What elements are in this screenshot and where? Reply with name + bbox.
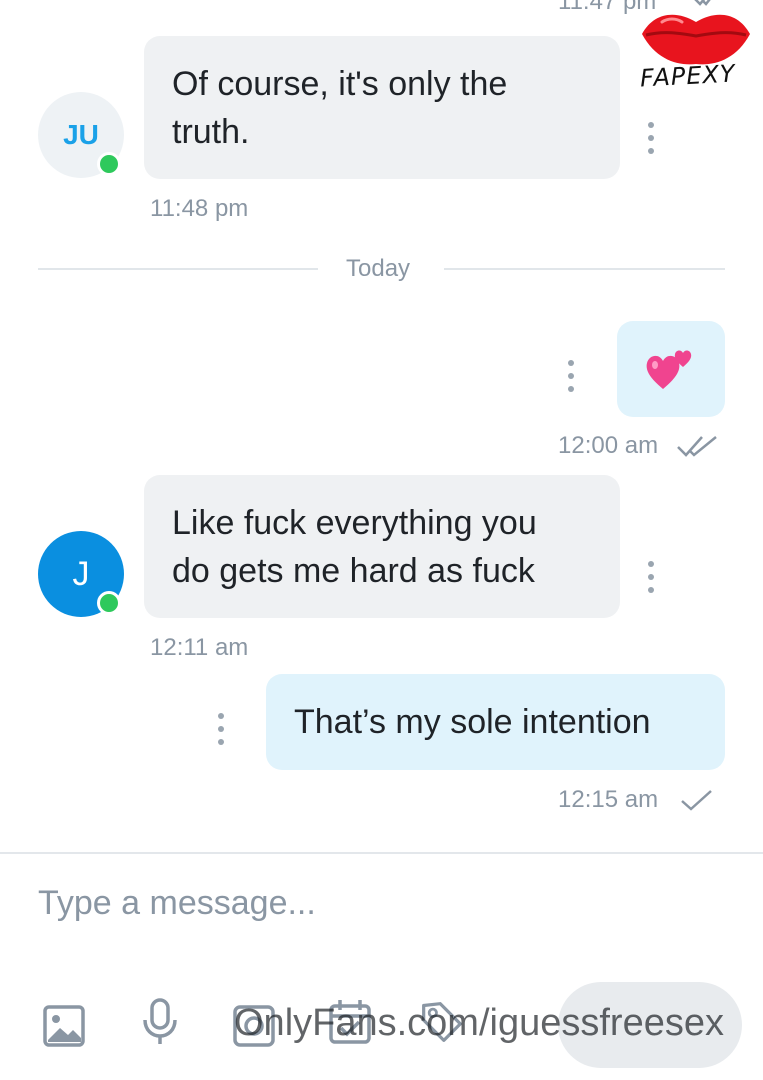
message-bubble-outgoing[interactable]: That’s my sole intention: [266, 674, 725, 770]
check-icon: [681, 790, 712, 811]
avatar-initials: J: [72, 554, 90, 593]
divider-line-right: [444, 268, 725, 270]
microphone-icon[interactable]: [138, 998, 182, 1046]
watermark-text: FAPEXY: [639, 59, 737, 93]
divider-line-left: [38, 268, 318, 270]
message-options-button[interactable]: [646, 561, 656, 593]
message-bubble-incoming[interactable]: Of course, it's only the truth.: [144, 36, 620, 179]
composer-divider: [0, 852, 763, 854]
message-bubble-incoming[interactable]: Like fuck everything you do gets me hard…: [144, 475, 620, 618]
online-status-dot: [97, 591, 121, 615]
url-watermark: OnlyFans.com/iguessfreesex: [234, 1002, 724, 1044]
avatar-initials: JU: [63, 119, 99, 150]
message-text: Of course, it's only the truth.: [172, 65, 508, 151]
message-time: 11:48 pm: [150, 195, 249, 222]
online-status-dot: [97, 152, 121, 176]
message-options-button[interactable]: [566, 360, 576, 392]
day-divider-label: Today: [346, 255, 411, 282]
message-time: 12:11 am: [150, 634, 249, 661]
message-input[interactable]: Type a message...: [38, 884, 718, 923]
message-bubble-outgoing[interactable]: 💕: [617, 321, 725, 417]
message-text: Like fuck everything you do gets me hard…: [172, 504, 537, 590]
message-time: 12:15 am: [558, 786, 659, 813]
two-hearts-icon: [646, 350, 692, 389]
message-options-button[interactable]: [646, 122, 656, 154]
message-time: 12:00 am: [558, 432, 659, 459]
message-text: That’s my sole intention: [294, 703, 651, 741]
image-icon[interactable]: [42, 1002, 86, 1050]
double-check-icon: [677, 436, 717, 457]
message-options-button[interactable]: [216, 713, 226, 745]
